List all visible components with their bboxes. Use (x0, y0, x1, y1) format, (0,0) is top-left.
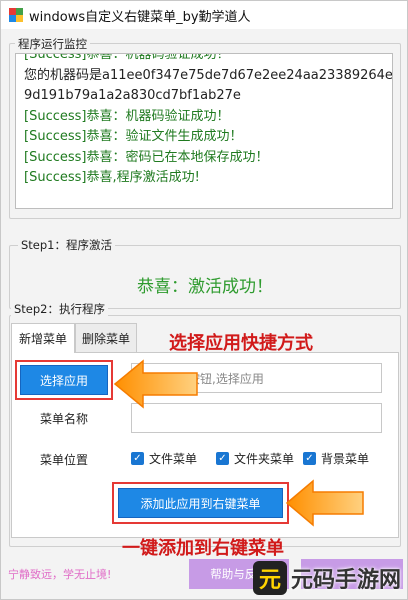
checkbox-background-menu-label: 背景菜单 (321, 452, 370, 466)
watermark: 元 元码手游网 (252, 561, 401, 595)
watermark-logo-icon: 元 (252, 561, 287, 595)
checkmark-icon: ✓ (303, 452, 316, 465)
window-title: windows自定义右键菜单_by勤学道人 (29, 9, 251, 25)
select-app-button[interactable]: 选择应用 (20, 365, 108, 395)
log-line: [Success]恭喜：机器码验证成功！ (24, 53, 230, 62)
watermark-text: 元码手游网 (290, 568, 401, 593)
checkbox-background-menu[interactable]: ✓ 背景菜单 (303, 450, 369, 467)
menu-name-label: 菜单名称 (40, 412, 89, 426)
log-line: [Success]恭喜,程序激活成功! (24, 170, 200, 185)
log-line: [Success]恭喜：机器码验证成功！ (24, 108, 230, 124)
annotation-one-click-add: 一键添加到右键菜单 (122, 538, 284, 559)
step2-group-label: Step2：执行程序 (11, 301, 108, 317)
checkbox-folder-menu[interactable]: ✓ 文件夹菜单 (216, 450, 294, 467)
log-line: 9d191b79a1a2a830cd7bf1ab27e (24, 88, 241, 103)
app-logo-icon (9, 8, 23, 22)
menu-position-label: 菜单位置 (40, 453, 89, 467)
step1-group-label: Step1：程序激活 (18, 237, 115, 253)
log-line: [Success]恭喜：密码已在本地保存成功！ (24, 149, 269, 165)
add-to-context-menu-button[interactable]: 添加此应用到右键菜单 (118, 488, 283, 518)
arrow-left-icon-2 (285, 479, 364, 527)
footer-motto: 宁静致远，学无止境! (8, 568, 112, 581)
log-line: 您的机器码是a11ee0f347e75de7d67e2ee24aa2338926… (24, 67, 393, 83)
checkbox-file-menu[interactable]: ✓ 文件菜单 (131, 450, 197, 467)
tab-delete-menu[interactable]: 删除菜单 (75, 323, 137, 353)
title-bar[interactable]: windows自定义右键菜单_by勤学道人 (1, 1, 407, 29)
arrow-left-icon (113, 359, 198, 409)
activation-status: 恭喜：激活成功！ (137, 277, 273, 297)
checkmark-icon: ✓ (131, 452, 144, 465)
checkbox-file-menu-label: 文件菜单 (149, 452, 198, 466)
log-line: [Success]恭喜：验证文件生成成功！ (24, 129, 243, 144)
monitor-group-label: 程序运行监控 (15, 36, 90, 52)
tab-add-menu[interactable]: 新增菜单 (11, 323, 75, 353)
app-window: windows自定义右键菜单_by勤学道人 程序运行监控 [Success]恭喜… (0, 0, 408, 600)
annotation-choose-shortcut: 选择应用快捷方式 (169, 333, 313, 354)
checkmark-icon: ✓ (216, 452, 229, 465)
checkbox-folder-menu-label: 文件夹菜单 (234, 452, 295, 466)
log-output[interactable]: [Success]恭喜：机器码验证成功！ 您的机器码是a11ee0f347e75d… (15, 53, 393, 209)
